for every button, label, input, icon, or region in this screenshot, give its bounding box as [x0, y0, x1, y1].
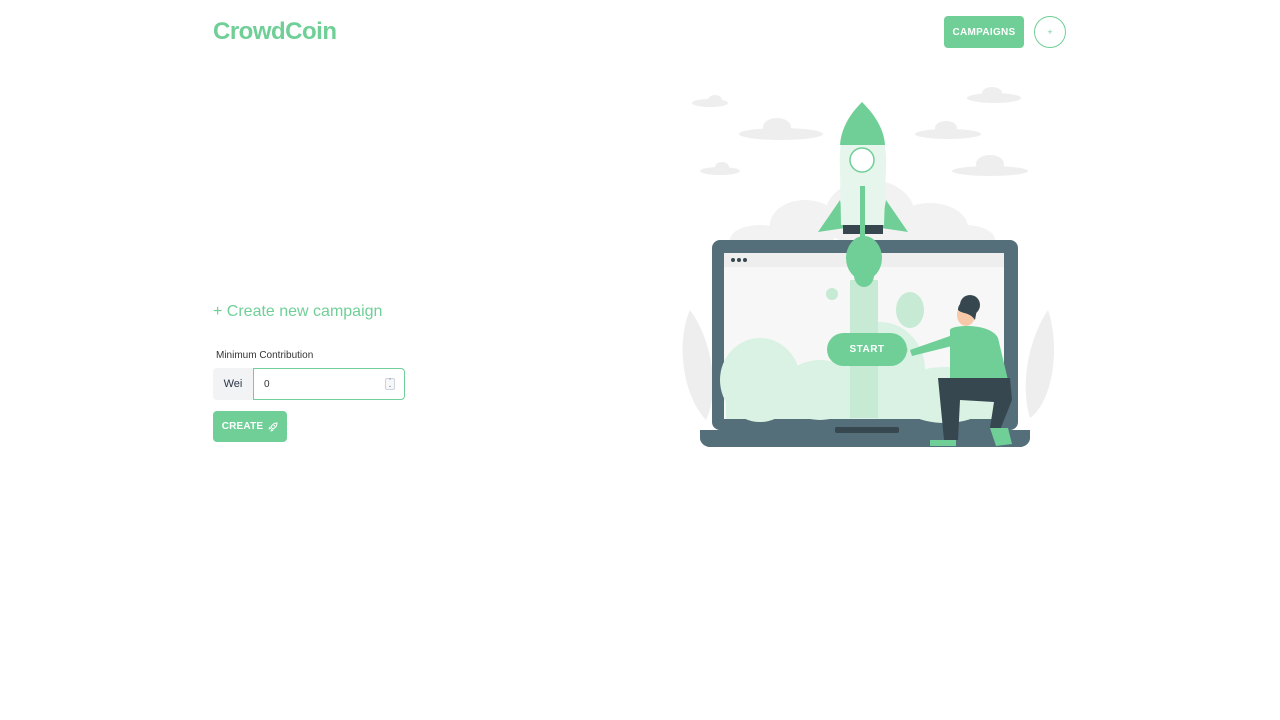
- campaigns-button[interactable]: CAMPAIGNS: [944, 16, 1024, 48]
- create-button[interactable]: CREATE: [213, 411, 287, 442]
- logo-link[interactable]: CrowdCoin: [213, 18, 337, 46]
- add-campaign-button[interactable]: +: [1034, 16, 1066, 48]
- rocket-icon: [268, 421, 278, 432]
- page: CrowdCoin CAMPAIGNS + + Create new campa…: [0, 0, 1280, 720]
- min-contribution-input[interactable]: [253, 368, 405, 400]
- stepper-arrows-icon[interactable]: ⌃ ⌄: [385, 378, 395, 390]
- input-wrap: ⌃⌄: [253, 368, 405, 400]
- page-title: + Create new campaign: [213, 303, 383, 320]
- rocket-launch-illustration: [682, 87, 1054, 447]
- start-label: START: [827, 333, 907, 366]
- unit-addon: Wei: [213, 368, 253, 400]
- min-contribution-label: Minimum Contribution: [216, 350, 314, 361]
- rocket: [818, 102, 908, 240]
- min-contribution-group: Wei ⌃⌄: [213, 368, 405, 400]
- create-button-label: CREATE: [221, 421, 264, 432]
